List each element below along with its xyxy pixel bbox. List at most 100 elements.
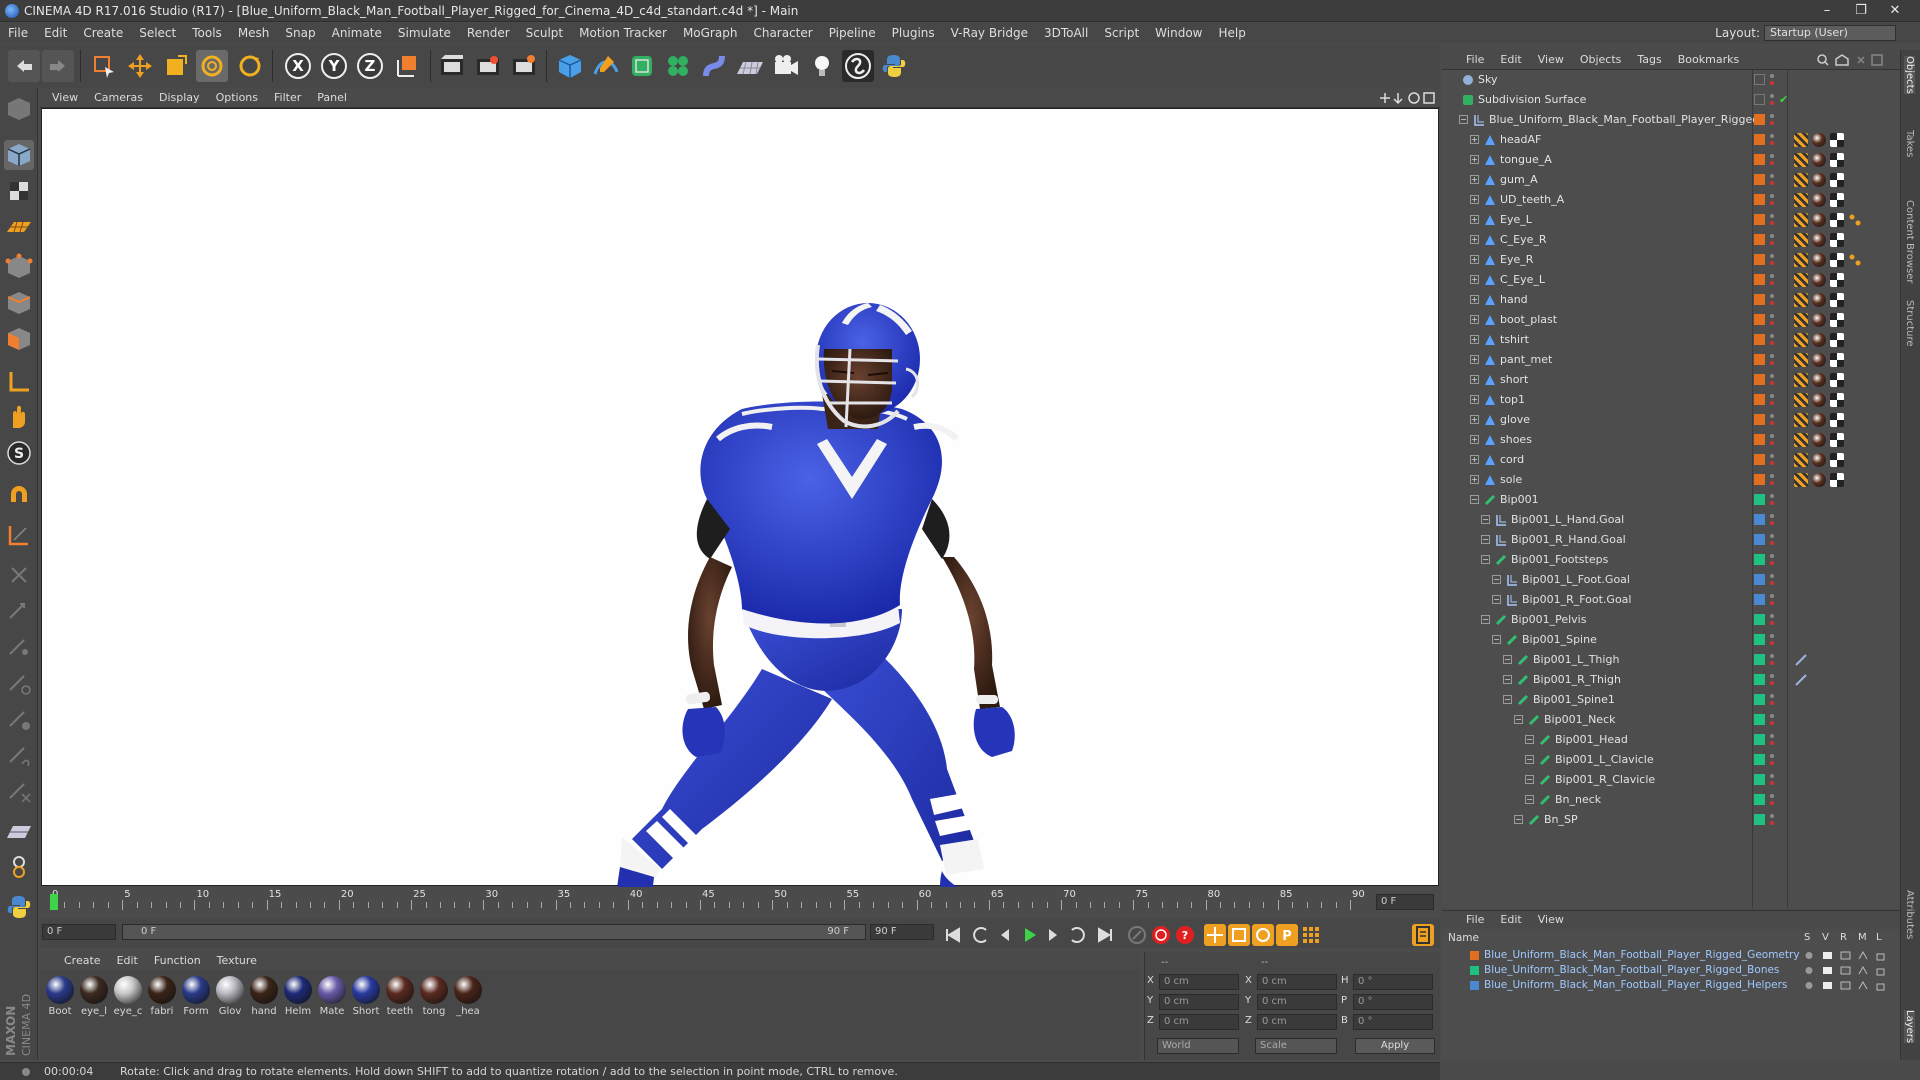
expand-toggle-icon[interactable]: − <box>1525 735 1534 744</box>
expand-toggle-icon[interactable]: + <box>1470 275 1479 284</box>
camera-icon[interactable] <box>770 50 802 82</box>
next-frame-icon[interactable] <box>1042 924 1064 946</box>
range-slider[interactable]: 0 F 90 F <box>122 924 866 940</box>
minimize-button[interactable]: – <box>1812 2 1842 20</box>
expand-toggle-icon[interactable]: + <box>1470 415 1479 424</box>
restore-button[interactable]: ❐ <box>1846 2 1876 20</box>
previous-frame-icon[interactable] <box>994 924 1016 946</box>
texture-tag-icon[interactable] <box>1794 293 1808 307</box>
menu-tools[interactable]: Tools <box>184 23 230 40</box>
material-swatch[interactable]: eye_c <box>112 976 144 1026</box>
expand-toggle-icon[interactable]: + <box>1470 475 1479 484</box>
menu-create[interactable]: Create <box>75 23 131 40</box>
layer-color-swatch[interactable] <box>1754 454 1765 465</box>
layer-color-swatch[interactable] <box>1754 574 1765 585</box>
layer-color-swatch[interactable] <box>1754 754 1765 765</box>
coord-value-field[interactable]: 0 ° <box>1353 1014 1433 1030</box>
selection-tag-icon[interactable] <box>1830 353 1844 367</box>
viewport-nav-icons[interactable] <box>1376 91 1436 105</box>
layer-color-swatch[interactable] <box>1470 981 1479 990</box>
object-row[interactable]: + short <box>1442 370 1900 390</box>
visibility-dots[interactable] <box>1769 73 1775 87</box>
axis-workplane-icon[interactable] <box>4 668 34 698</box>
layer-color-swatch[interactable] <box>1754 194 1765 205</box>
material-tag-icon[interactable] <box>1812 253 1826 267</box>
object-row[interactable]: + cord <box>1442 450 1900 470</box>
texture-tag-icon[interactable] <box>1794 213 1808 227</box>
object-row[interactable]: − Bip001_L_Hand.Goal <box>1442 510 1900 530</box>
visibility-dots[interactable] <box>1769 533 1775 547</box>
texture-tag-icon[interactable] <box>1794 413 1808 427</box>
autokeying-icon[interactable]: ? <box>1174 924 1196 946</box>
selection-tag-icon[interactable] <box>1830 193 1844 207</box>
previous-key-icon[interactable] <box>970 924 992 946</box>
object-row[interactable]: + headAF <box>1442 130 1900 150</box>
coord-value-field[interactable]: 0 cm <box>1257 1014 1337 1030</box>
light-icon[interactable] <box>806 50 838 82</box>
polygons-mode-icon[interactable] <box>4 324 34 354</box>
texture-tag-icon[interactable] <box>1794 193 1808 207</box>
menu-snap[interactable]: Snap <box>277 23 323 40</box>
expand-toggle-icon[interactable]: + <box>1470 255 1479 264</box>
texture-tag-icon[interactable] <box>1794 273 1808 287</box>
material-swatch[interactable]: eye_l <box>78 976 110 1026</box>
menu-vray-bridge[interactable]: V-Ray Bridge <box>943 23 1036 40</box>
close-button[interactable]: ✕ <box>1880 2 1910 20</box>
visibility-dots[interactable] <box>1769 673 1775 687</box>
visibility-dots[interactable] <box>1769 193 1775 207</box>
timeline-window-icon[interactable] <box>1412 924 1434 946</box>
object-row[interactable]: − Bip001 <box>1442 490 1900 510</box>
menu-3dtoall[interactable]: 3DToAll <box>1036 23 1096 40</box>
cube-primitive-icon[interactable] <box>554 50 586 82</box>
tweak-mode-icon[interactable] <box>4 402 34 432</box>
selection-tag-icon[interactable] <box>1830 373 1844 387</box>
menu-script[interactable]: Script <box>1096 23 1147 40</box>
layer-color-swatch[interactable] <box>1754 274 1765 285</box>
selection-tag-icon[interactable] <box>1830 453 1844 467</box>
expand-toggle-icon[interactable]: + <box>1470 155 1479 164</box>
object-row[interactable]: + glove <box>1442 410 1900 430</box>
expand-toggle-icon[interactable]: + <box>1470 435 1479 444</box>
visibility-dots[interactable] <box>1769 293 1775 307</box>
live-selection-icon[interactable] <box>88 50 120 82</box>
material-swatch[interactable]: fabri <box>146 976 178 1026</box>
side-tab-layers[interactable]: Layers <box>1904 1010 1915 1044</box>
objects-menu-file[interactable]: File <box>1442 50 1492 69</box>
visibility-dots[interactable] <box>1769 153 1775 167</box>
viewport-menu-options[interactable]: Options <box>208 88 266 104</box>
visibility-dots[interactable] <box>1769 273 1775 287</box>
expand-toggle-icon[interactable]: − <box>1481 615 1490 624</box>
record-active-objects-icon[interactable] <box>1150 924 1172 946</box>
layout-select[interactable]: Startup (User) <box>1764 25 1896 41</box>
material-swatch[interactable]: Glov <box>214 976 246 1026</box>
object-row[interactable]: − Bip001_L_Foot.Goal <box>1442 570 1900 590</box>
current-frame-field[interactable]: 0 F <box>1376 894 1434 910</box>
menu-character[interactable]: Character <box>745 23 820 40</box>
object-row[interactable]: − Bip001_Neck <box>1442 710 1900 730</box>
x-axis-lock-button[interactable]: X <box>282 50 314 82</box>
side-tab-objects[interactable]: Objects <box>1904 56 1915 94</box>
layer-color-swatch[interactable] <box>1754 334 1765 345</box>
selection-tag-icon[interactable] <box>1830 233 1844 247</box>
selection-tag-icon[interactable] <box>1830 133 1844 147</box>
objects-menu-bookmarks[interactable]: Bookmarks <box>1670 50 1747 69</box>
coord-value-field[interactable]: 0 cm <box>1159 994 1239 1010</box>
object-row[interactable]: + boot_plast <box>1442 310 1900 330</box>
viewport-menu-panel[interactable]: Panel <box>309 88 355 104</box>
start-frame-field[interactable]: 0 F <box>42 924 116 940</box>
material-tag-icon[interactable] <box>1812 373 1826 387</box>
material-tag-icon[interactable] <box>1812 313 1826 327</box>
visibility-dots[interactable] <box>1769 813 1775 827</box>
material-tag-icon[interactable] <box>1812 293 1826 307</box>
object-row[interactable]: Sky <box>1442 70 1900 90</box>
layer-color-swatch[interactable] <box>1754 474 1765 485</box>
render-settings-icon[interactable] <box>508 50 540 82</box>
visibility-dots[interactable] <box>1769 653 1775 667</box>
layer-color-swatch[interactable] <box>1754 174 1765 185</box>
selection-tag-icon[interactable] <box>1830 333 1844 347</box>
coord-value-field[interactable]: 0 cm <box>1159 1014 1239 1030</box>
go-to-end-icon[interactable] <box>1094 924 1116 946</box>
expand-toggle-icon[interactable]: − <box>1459 115 1468 124</box>
object-manager-nav-icons[interactable] <box>1814 53 1894 67</box>
selection-tag-icon[interactable] <box>1830 313 1844 327</box>
